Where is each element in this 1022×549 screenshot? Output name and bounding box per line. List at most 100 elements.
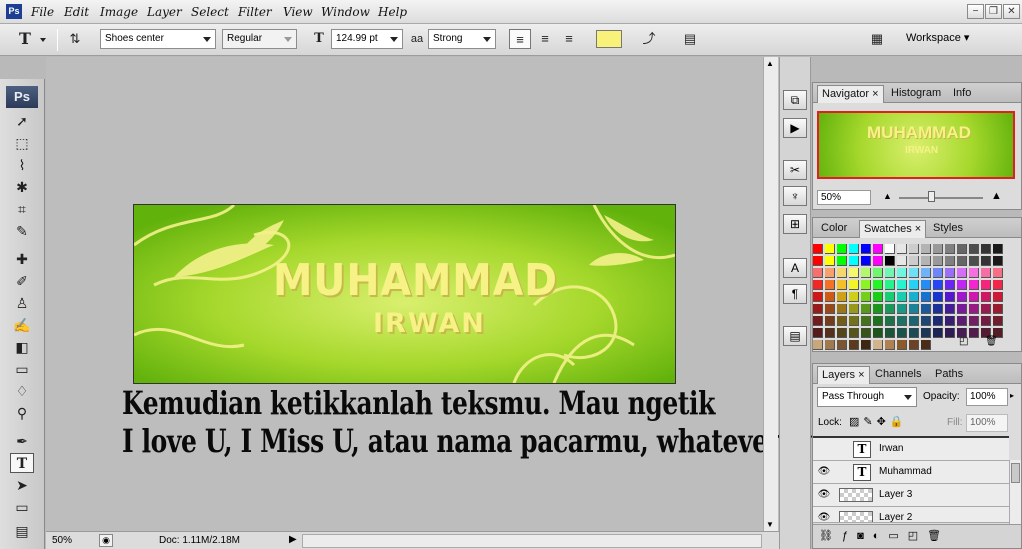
dodge-tool-icon[interactable]: ⚲ <box>10 403 34 423</box>
minimize-button[interactable]: − <box>967 4 984 19</box>
color-swatch[interactable] <box>933 292 943 302</box>
color-swatch[interactable] <box>885 292 895 302</box>
layer-row[interactable]: 👁 Layer 2 <box>813 507 1009 523</box>
color-swatch[interactable] <box>897 256 907 266</box>
color-swatch[interactable] <box>885 280 895 290</box>
clone-source-icon[interactable]: ⊞ <box>783 214 807 234</box>
lasso-tool-icon[interactable]: ⌇ <box>10 155 34 175</box>
tab-layers[interactable]: Layers × <box>817 366 870 384</box>
marquee-tool-icon[interactable]: ⬚ <box>10 133 34 153</box>
color-swatch[interactable] <box>945 328 955 338</box>
color-swatch[interactable] <box>921 328 931 338</box>
color-swatch[interactable] <box>837 304 847 314</box>
layer-row[interactable]: T Irwan <box>813 438 1009 461</box>
color-swatch[interactable] <box>993 280 1003 290</box>
color-swatch[interactable] <box>993 316 1003 326</box>
opacity-field[interactable]: 100% <box>966 388 1008 406</box>
path-selection-tool-icon[interactable]: ➤ <box>10 475 34 495</box>
status-arrow-icon[interactable]: ▶ <box>289 534 297 545</box>
rectangle-tool-icon[interactable]: ▭ <box>10 497 34 517</box>
color-swatch[interactable] <box>861 280 871 290</box>
align-left-button[interactable]: ≡ <box>509 29 531 49</box>
crop-tool-icon[interactable]: ⌗ <box>10 199 34 219</box>
color-swatch[interactable] <box>849 340 859 350</box>
color-swatch[interactable] <box>825 268 835 278</box>
layers-scroll-thumb[interactable] <box>1011 463 1020 483</box>
color-swatch[interactable] <box>897 268 907 278</box>
bridge-icon[interactable]: ▦ <box>865 29 889 49</box>
color-swatch[interactable] <box>897 304 907 314</box>
color-swatch[interactable] <box>981 304 991 314</box>
tab-histogram[interactable]: Histogram <box>887 85 945 103</box>
menu-select[interactable]: Select <box>191 5 229 19</box>
menu-edit[interactable]: Edit <box>64 5 89 19</box>
text-color-swatch[interactable] <box>596 30 622 48</box>
color-swatch[interactable] <box>909 304 919 314</box>
tab-paths[interactable]: Paths <box>931 366 967 384</box>
color-swatch[interactable] <box>849 268 859 278</box>
color-swatch[interactable] <box>813 280 823 290</box>
healing-brush-tool-icon[interactable]: ✚ <box>10 249 34 269</box>
color-swatch[interactable] <box>849 244 859 254</box>
color-swatch[interactable] <box>957 292 967 302</box>
color-swatch[interactable] <box>969 292 979 302</box>
actions-panel-icon[interactable]: ▶ <box>783 118 807 138</box>
character-panel-icon[interactable]: A <box>783 258 807 278</box>
menu-help[interactable]: Help <box>378 5 407 19</box>
tab-swatches[interactable]: Swatches × <box>859 220 927 238</box>
color-swatch[interactable] <box>909 268 919 278</box>
color-swatch[interactable] <box>885 328 895 338</box>
horizontal-scrollbar[interactable] <box>302 534 762 548</box>
color-swatch[interactable] <box>921 268 931 278</box>
zoom-slider-handle[interactable] <box>928 191 935 202</box>
type-tool-icon[interactable]: T <box>10 453 34 473</box>
color-swatch[interactable] <box>885 244 895 254</box>
color-swatch[interactable] <box>849 328 859 338</box>
color-swatch[interactable] <box>921 256 931 266</box>
color-swatch[interactable] <box>993 292 1003 302</box>
scroll-up-icon[interactable]: ▲ <box>766 59 774 68</box>
color-swatch[interactable] <box>861 304 871 314</box>
color-swatch[interactable] <box>909 292 919 302</box>
brushes-panel-icon[interactable]: ♆ <box>783 186 807 206</box>
color-swatch[interactable] <box>861 292 871 302</box>
color-swatch[interactable] <box>861 244 871 254</box>
color-swatch[interactable] <box>861 340 871 350</box>
eye-icon[interactable]: 👁 <box>817 466 831 478</box>
layers-footer-icons[interactable]: ⛓ƒ◙◐▭◰🗑 <box>813 524 1021 548</box>
align-center-button[interactable]: ≡ <box>534 29 556 49</box>
brush-tool-icon[interactable]: ✐ <box>10 271 34 291</box>
color-swatch[interactable] <box>885 340 895 350</box>
color-swatch[interactable] <box>981 268 991 278</box>
layer-name[interactable]: Layer 3 <box>879 489 912 500</box>
navigator-thumbnail[interactable]: MUHAMMAD IRWAN <box>817 111 1015 179</box>
font-style-dropdown[interactable]: Regular <box>222 29 297 49</box>
new-swatch-icon[interactable]: ◰ <box>959 336 968 347</box>
color-swatch[interactable] <box>921 340 931 350</box>
color-swatch[interactable] <box>837 280 847 290</box>
color-swatch[interactable] <box>813 256 823 266</box>
gradient-tool-icon[interactable]: ▭ <box>10 359 34 379</box>
tab-styles[interactable]: Styles <box>929 220 967 238</box>
color-swatch[interactable] <box>897 244 907 254</box>
color-swatch[interactable] <box>813 304 823 314</box>
color-swatch[interactable] <box>873 256 883 266</box>
zoom-out-icon[interactable]: ▲ <box>883 191 892 201</box>
color-swatch[interactable] <box>825 244 835 254</box>
color-swatch[interactable] <box>897 316 907 326</box>
color-swatch[interactable] <box>813 268 823 278</box>
menu-window[interactable]: Window <box>321 5 370 19</box>
color-swatch[interactable] <box>837 268 847 278</box>
eraser-tool-icon[interactable]: ◧ <box>10 337 34 357</box>
eye-icon[interactable]: 👁 <box>817 512 831 522</box>
menu-filter[interactable]: Filter <box>238 5 272 19</box>
color-swatch[interactable] <box>945 292 955 302</box>
lock-icons[interactable]: ▨✎✥🔒 <box>849 415 908 428</box>
fill-field[interactable]: 100% <box>966 414 1008 432</box>
color-swatch[interactable] <box>825 328 835 338</box>
notes-panel-icon[interactable]: ▤ <box>783 326 807 346</box>
align-right-button[interactable]: ≡ <box>558 29 580 49</box>
color-swatch[interactable] <box>849 292 859 302</box>
color-swatch[interactable] <box>969 244 979 254</box>
color-swatch[interactable] <box>933 244 943 254</box>
